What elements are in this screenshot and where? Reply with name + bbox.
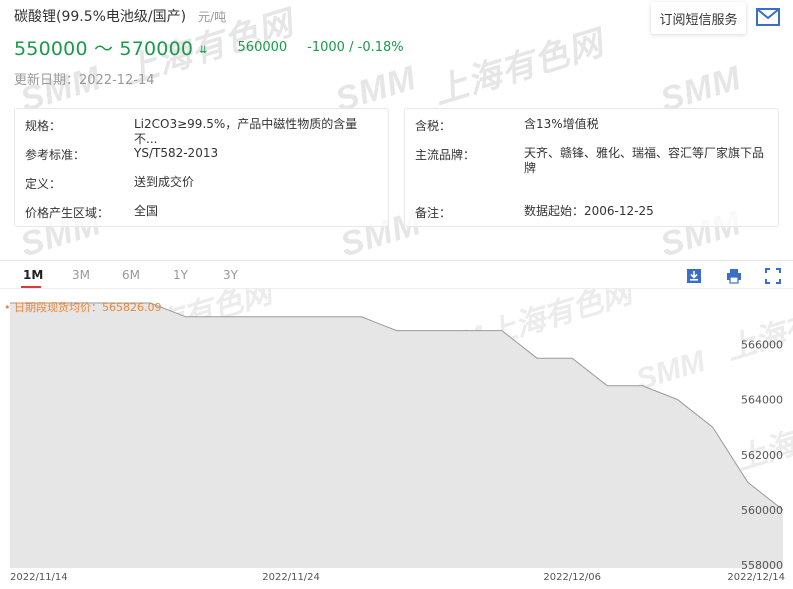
price-change: -1000 / -0.18% — [307, 40, 404, 55]
download-icon[interactable] — [686, 268, 702, 284]
price-chart: 上海有色网SMM上海有色网SMM上海有色网上海有色网 5580005600005… — [4, 288, 793, 583]
tab-3y[interactable]: 3Y — [223, 268, 238, 282]
avg-price-annotation: • 日期段现货均价：565826.09 — [4, 300, 161, 314]
tab-1m[interactable]: 1M — [23, 268, 43, 282]
tab-6m[interactable]: 6M — [122, 268, 140, 282]
mail-icon[interactable] — [756, 8, 780, 26]
x-tick-label: 2022/12/06 — [543, 572, 601, 583]
watermark: 上海有色网 — [722, 290, 793, 367]
unit-label: 元/吨 — [198, 10, 227, 24]
page-title: 碳酸锂(99.5%电池级/国产) — [14, 9, 187, 25]
average-price: 560000 — [237, 40, 288, 55]
print-icon[interactable] — [726, 268, 742, 284]
y-tick-label: 564000 — [741, 394, 783, 407]
down-arrow-icon: ⇊ — [199, 45, 208, 56]
x-tick-label: 2022/11/14 — [10, 572, 68, 583]
watermark: 上海有色网 — [429, 24, 608, 112]
price-area — [10, 303, 783, 568]
fullscreen-icon[interactable] — [765, 268, 781, 284]
price-row: 550000 ～ 570000 ⇊ 560000 -1000 / -0.18% — [14, 34, 404, 61]
y-tick-label: 562000 — [741, 449, 783, 462]
tax-info-panel: 含税： 含13%增值税 主流品牌： 天齐、赣锋、雅化、瑞福、容汇等厂家旗下品牌 备注… — [404, 108, 779, 227]
x-tick-label: 2022/12/14 — [727, 572, 785, 583]
spec-info-panel: 规格： Li2CO3≥99.5%，产品中磁性物质的含量不... 参考标准： YS/T… — [14, 108, 389, 227]
y-tick-label: 558000 — [741, 559, 783, 572]
subscribe-sms-button[interactable]: 订阅短信服务 — [651, 2, 746, 34]
update-date: 更新日期：2022-12-14 — [14, 73, 155, 88]
title-row: 碳酸锂(99.5%电池级/国产) 元/吨 — [14, 6, 226, 26]
tab-3m[interactable]: 3M — [72, 268, 90, 282]
watermark: 上海有色网 — [732, 400, 793, 477]
tab-1y[interactable]: 1Y — [173, 268, 188, 282]
price-range: 550000 ～ 570000 — [14, 38, 194, 60]
y-tick-label: 566000 — [741, 338, 783, 351]
x-tick-label: 2022/11/24 — [262, 572, 320, 583]
y-tick-label: 560000 — [741, 504, 783, 517]
range-tabs: 1M 3M 6M 1Y 3Y — [0, 261, 793, 289]
